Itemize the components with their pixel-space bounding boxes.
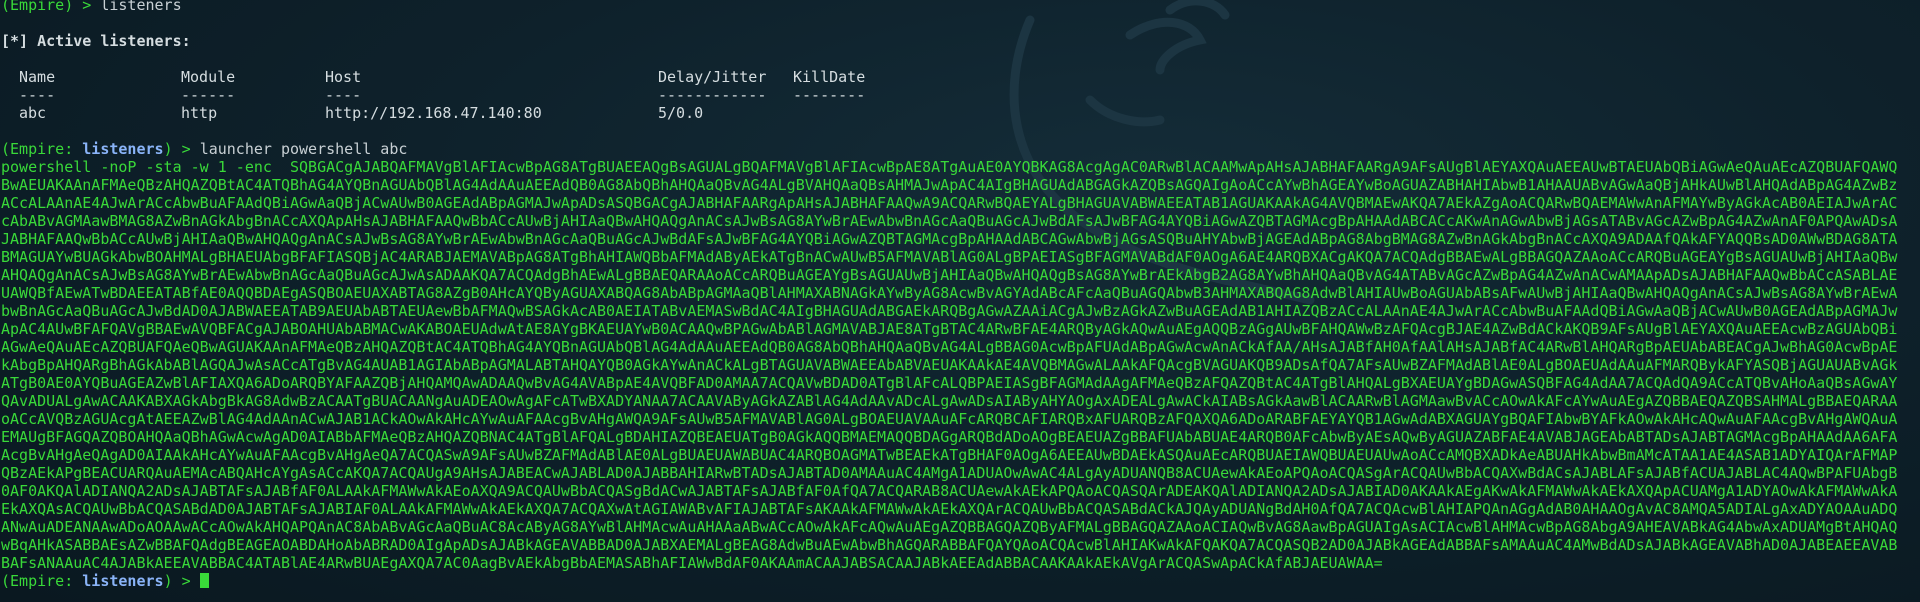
- listeners-table-header: Name Module Host Delay/Jitter KillDate: [1, 68, 1919, 86]
- prompt-context: listeners: [82, 572, 164, 590]
- cell-host: http://192.168.47.140:80: [325, 104, 542, 122]
- divider-delay-jitter: ------------: [658, 86, 767, 104]
- prompt-close: ) >: [163, 572, 200, 590]
- divider-name: ----: [19, 86, 56, 104]
- terminal-window[interactable]: (Empire) > listeners [*] Active listener…: [0, 0, 1920, 602]
- powershell-launcher-payload: powershell -noP -sta -w 1 -enc SQBGACgAJ…: [1, 158, 1898, 572]
- command-line-current[interactable]: (Empire: listeners) >: [1, 572, 1919, 590]
- command-line-launcher: (Empire: listeners) > launcher powershel…: [1, 140, 1919, 158]
- cell-module: http: [181, 104, 218, 122]
- text-cursor: [199, 573, 209, 588]
- header-delay-jitter: Delay/Jitter: [658, 68, 767, 86]
- header-name: Name: [19, 68, 56, 86]
- divider-module: ------: [181, 86, 236, 104]
- table-row: abc http http://192.168.47.140:80 5/0.0: [1, 104, 1919, 122]
- cell-name: abc: [19, 104, 47, 122]
- terminal-output: (Empire) > listeners [*] Active listener…: [1, 0, 1919, 590]
- listeners-table-divider: ---- ------ ---- ------------ --------: [1, 86, 1919, 104]
- header-host: Host: [325, 68, 362, 86]
- prompt: (Empire) >: [1, 0, 101, 14]
- divider-host: ----: [325, 86, 362, 104]
- command-line-listeners: (Empire) > listeners: [1, 0, 1919, 14]
- command-text: launcher powershell abc: [199, 140, 408, 158]
- header-killdate: KillDate: [793, 68, 866, 86]
- active-listeners-heading: [*] Active listeners:: [1, 32, 191, 50]
- prompt-close: ) >: [163, 140, 200, 158]
- prompt-open: (Empire:: [1, 572, 83, 590]
- prompt-context: listeners: [82, 140, 164, 158]
- command-text: listeners: [100, 0, 182, 14]
- cell-delay-jitter: 5/0.0: [658, 104, 704, 122]
- prompt-open: (Empire:: [1, 140, 83, 158]
- divider-killdate: --------: [793, 86, 866, 104]
- header-module: Module: [181, 68, 236, 86]
